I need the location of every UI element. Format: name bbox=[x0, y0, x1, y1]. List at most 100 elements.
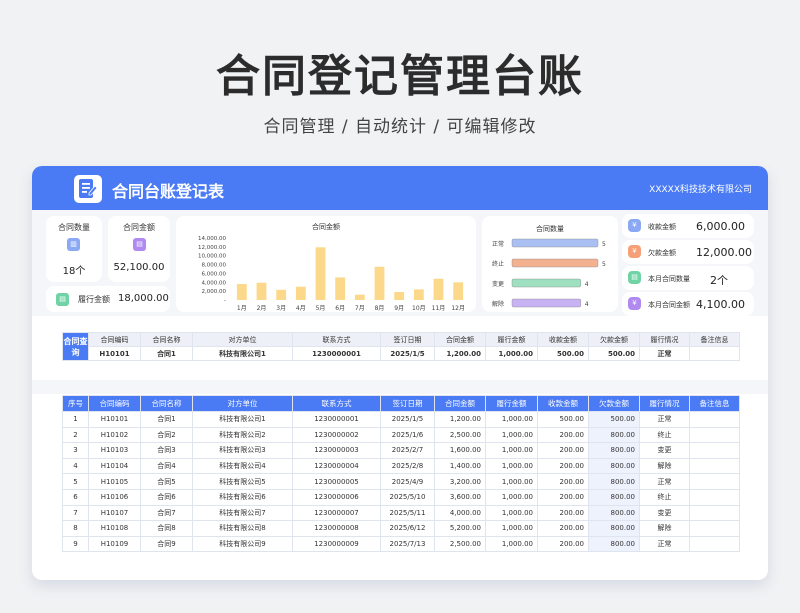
table-cell[interactable]: 终止 bbox=[639, 426, 690, 444]
table-cell[interactable]: 3,200.00 bbox=[434, 473, 486, 490]
table-cell[interactable]: H10105 bbox=[88, 473, 141, 490]
table-cell[interactable]: 正常 bbox=[639, 535, 690, 553]
table-cell[interactable]: H10108 bbox=[88, 520, 141, 537]
table-cell[interactable] bbox=[689, 457, 740, 475]
table-cell[interactable]: 200.00 bbox=[537, 535, 589, 553]
table-cell[interactable]: 2 bbox=[62, 426, 89, 444]
table-cell[interactable]: 500.00 bbox=[537, 411, 589, 428]
table-cell[interactable]: 1,000.00 bbox=[485, 411, 538, 428]
table-cell[interactable]: 2025/1/6 bbox=[380, 426, 435, 444]
query-cell[interactable]: 500.00 bbox=[537, 346, 589, 361]
table-cell[interactable]: 200.00 bbox=[537, 442, 589, 459]
table-cell[interactable] bbox=[689, 426, 740, 444]
query-cell[interactable]: H10101 bbox=[88, 346, 141, 361]
table-cell[interactable]: 1230000005 bbox=[292, 473, 381, 490]
table-cell[interactable] bbox=[689, 520, 740, 537]
table-cell[interactable]: H10104 bbox=[88, 457, 141, 475]
table-cell[interactable]: 2025/7/13 bbox=[380, 535, 435, 553]
table-cell[interactable]: 4,000.00 bbox=[434, 504, 486, 522]
table-cell[interactable]: 800.00 bbox=[588, 473, 640, 490]
table-cell[interactable]: 1,000.00 bbox=[485, 520, 538, 537]
table-cell[interactable]: 科技有限公司7 bbox=[192, 504, 293, 522]
query-cell[interactable]: 1230000001 bbox=[292, 346, 381, 361]
table-cell[interactable]: 200.00 bbox=[537, 457, 589, 475]
table-cell[interactable] bbox=[689, 473, 740, 490]
table-cell[interactable]: 5,200.00 bbox=[434, 520, 486, 537]
table-cell[interactable]: 8 bbox=[62, 520, 89, 537]
table-cell[interactable]: 1,200.00 bbox=[434, 411, 486, 428]
table-cell[interactable]: 解除 bbox=[639, 520, 690, 537]
table-cell[interactable]: 1230000002 bbox=[292, 426, 381, 444]
table-cell[interactable]: 2,500.00 bbox=[434, 535, 486, 553]
query-cell[interactable]: 1,000.00 bbox=[485, 346, 538, 361]
table-cell[interactable]: 200.00 bbox=[537, 488, 589, 506]
table-cell[interactable]: 科技有限公司8 bbox=[192, 520, 293, 537]
table-cell[interactable]: 解除 bbox=[639, 457, 690, 475]
table-cell[interactable]: H10102 bbox=[88, 426, 141, 444]
table-cell[interactable]: 1,000.00 bbox=[485, 457, 538, 475]
table-cell[interactable]: 1,000.00 bbox=[485, 442, 538, 459]
table-cell[interactable]: 1,000.00 bbox=[485, 488, 538, 506]
table-cell[interactable]: 200.00 bbox=[537, 426, 589, 444]
table-cell[interactable]: 800.00 bbox=[588, 457, 640, 475]
table-cell[interactable]: 2025/5/11 bbox=[380, 504, 435, 522]
table-cell[interactable]: 5 bbox=[62, 473, 89, 490]
table-cell[interactable] bbox=[689, 488, 740, 506]
table-cell[interactable]: 合同7 bbox=[140, 504, 193, 522]
table-cell[interactable]: 2025/6/12 bbox=[380, 520, 435, 537]
table-cell[interactable]: 1230000001 bbox=[292, 411, 381, 428]
table-cell[interactable]: 变更 bbox=[639, 504, 690, 522]
table-cell[interactable]: 终止 bbox=[639, 488, 690, 506]
table-cell[interactable]: 7 bbox=[62, 504, 89, 522]
query-cell[interactable]: 科技有限公司1 bbox=[192, 346, 293, 361]
table-cell[interactable]: 1,000.00 bbox=[485, 473, 538, 490]
table-cell[interactable]: 1,000.00 bbox=[485, 504, 538, 522]
table-cell[interactable]: 合同4 bbox=[140, 457, 193, 475]
table-cell[interactable]: 合同9 bbox=[140, 535, 193, 553]
table-cell[interactable]: 科技有限公司9 bbox=[192, 535, 293, 553]
query-cell[interactable]: 500.00 bbox=[588, 346, 640, 361]
table-cell[interactable]: 500.00 bbox=[588, 411, 640, 428]
table-cell[interactable]: H10106 bbox=[88, 488, 141, 506]
table-cell[interactable]: 800.00 bbox=[588, 535, 640, 553]
table-cell[interactable]: 科技有限公司2 bbox=[192, 426, 293, 444]
table-cell[interactable]: 合同1 bbox=[140, 411, 193, 428]
table-cell[interactable]: 1,400.00 bbox=[434, 457, 486, 475]
table-cell[interactable]: 3 bbox=[62, 442, 89, 459]
table-cell[interactable]: 合同2 bbox=[140, 426, 193, 444]
table-cell[interactable]: 变更 bbox=[639, 442, 690, 459]
table-cell[interactable]: 2025/4/9 bbox=[380, 473, 435, 490]
table-cell[interactable] bbox=[689, 411, 740, 428]
table-cell[interactable]: 正常 bbox=[639, 411, 690, 428]
query-cell[interactable] bbox=[689, 346, 740, 361]
table-cell[interactable]: 科技有限公司6 bbox=[192, 488, 293, 506]
table-cell[interactable]: H10101 bbox=[88, 411, 141, 428]
table-cell[interactable]: 2025/2/7 bbox=[380, 442, 435, 459]
table-cell[interactable]: 1230000007 bbox=[292, 504, 381, 522]
table-cell[interactable]: 合同6 bbox=[140, 488, 193, 506]
query-cell[interactable]: 合同1 bbox=[140, 346, 193, 361]
query-cell[interactable]: 2025/1/5 bbox=[380, 346, 435, 361]
table-cell[interactable]: 2025/2/8 bbox=[380, 457, 435, 475]
table-cell[interactable]: 合同5 bbox=[140, 473, 193, 490]
table-cell[interactable]: 1230000006 bbox=[292, 488, 381, 506]
table-cell[interactable]: 800.00 bbox=[588, 520, 640, 537]
table-cell[interactable]: 200.00 bbox=[537, 473, 589, 490]
table-cell[interactable]: 1230000008 bbox=[292, 520, 381, 537]
table-cell[interactable]: 800.00 bbox=[588, 504, 640, 522]
table-cell[interactable]: 合同3 bbox=[140, 442, 193, 459]
table-cell[interactable]: H10103 bbox=[88, 442, 141, 459]
table-cell[interactable]: 4 bbox=[62, 457, 89, 475]
table-cell[interactable]: 科技有限公司1 bbox=[192, 411, 293, 428]
table-cell[interactable]: H10107 bbox=[88, 504, 141, 522]
table-cell[interactable]: 200.00 bbox=[537, 504, 589, 522]
query-cell[interactable]: 1,200.00 bbox=[434, 346, 486, 361]
table-cell[interactable]: 6 bbox=[62, 488, 89, 506]
table-cell[interactable]: 1,000.00 bbox=[485, 535, 538, 553]
table-cell[interactable]: 1230000004 bbox=[292, 457, 381, 475]
table-cell[interactable]: 科技有限公司5 bbox=[192, 473, 293, 490]
table-cell[interactable]: 800.00 bbox=[588, 442, 640, 459]
table-cell[interactable]: 800.00 bbox=[588, 488, 640, 506]
table-cell[interactable]: 2,500.00 bbox=[434, 426, 486, 444]
table-cell[interactable]: 正常 bbox=[639, 473, 690, 490]
